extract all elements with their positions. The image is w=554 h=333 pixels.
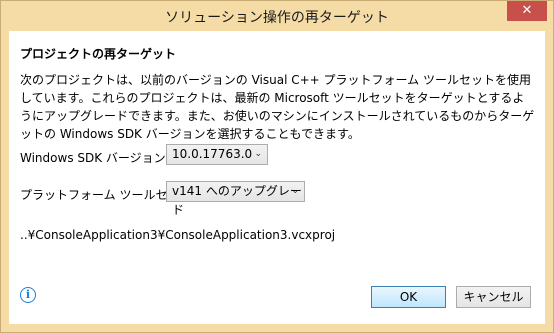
cancel-button[interactable]: キャンセル: [456, 286, 531, 308]
title-bar: ソリューション操作の再ターゲット ✕: [1, 1, 553, 31]
dialog-content: プロジェクトの再ターゲット 次のプロジェクトは、以前のバージョンの Visual…: [9, 31, 545, 276]
sdk-version-value: 10.0.17763.0: [172, 147, 253, 161]
retarget-dialog-window: ソリューション操作の再ターゲット ✕ プロジェクトの再ターゲット 次のプロジェク…: [0, 0, 554, 333]
toolset-dropdown[interactable]: v141 へのアップグレード ⌄: [166, 181, 305, 217]
sdk-version-dropdown[interactable]: 10.0.17763.0 ⌄: [166, 144, 268, 165]
ok-button[interactable]: OK: [371, 286, 446, 308]
sdk-version-label: Windows SDK バージョン:: [20, 151, 170, 165]
toolset-value: v141 へのアップグレード: [172, 184, 302, 217]
close-button[interactable]: ✕: [507, 1, 547, 21]
info-icon: i: [20, 287, 36, 303]
chevron-down-icon: ⌄: [254, 149, 262, 159]
window-title: ソリューション操作の再ターゲット: [165, 10, 389, 26]
description-text: 次のプロジェクトは、以前のバージョンの Visual C++ プラットフォーム …: [20, 73, 535, 141]
section-heading: プロジェクトの再ターゲット: [20, 47, 177, 61]
chevron-down-icon: ⌄: [291, 186, 299, 196]
project-path: ..¥ConsoleApplication3¥ConsoleApplicatio…: [20, 228, 336, 242]
dialog-client-area: プロジェクトの再ターゲット 次のプロジェクトは、以前のバージョンの Visual…: [9, 31, 545, 324]
